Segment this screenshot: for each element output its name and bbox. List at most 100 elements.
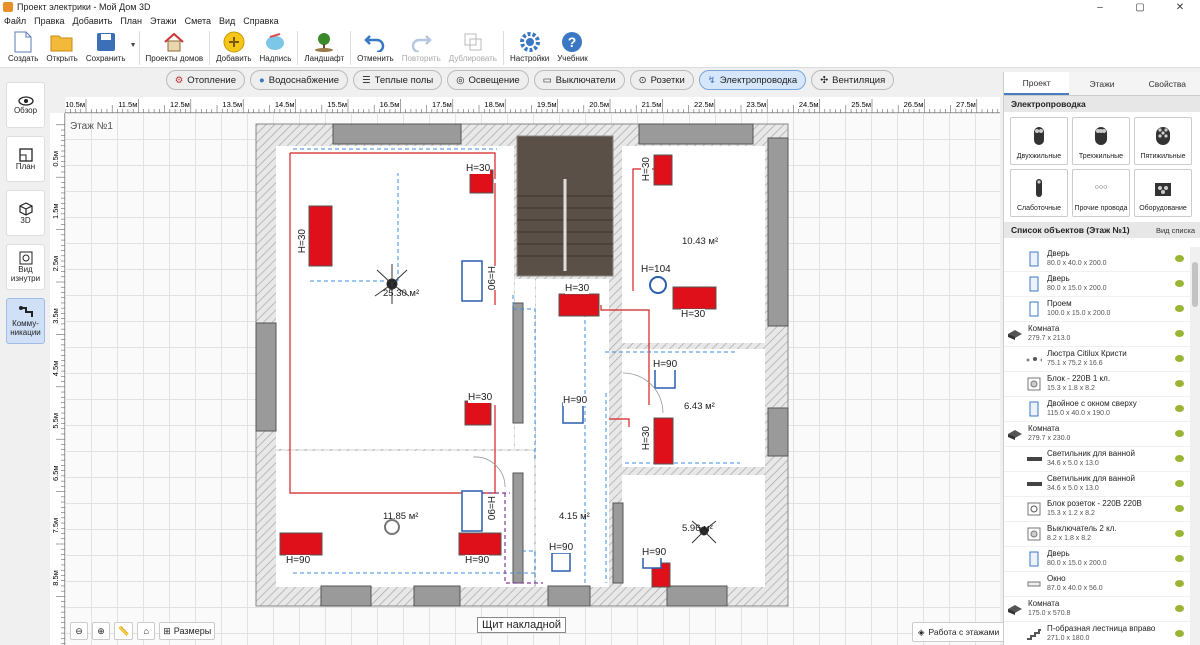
ruler-x-label: 21.5м	[642, 100, 662, 109]
visibility-eye-icon[interactable]	[1175, 630, 1184, 637]
sizes-button[interactable]: ⊞ Размеры	[159, 622, 216, 640]
save-button[interactable]: Сохранить	[82, 28, 130, 63]
visibility-eye-icon[interactable]	[1175, 505, 1184, 512]
object-name: Окно	[1047, 574, 1066, 583]
visibility-eye-icon[interactable]	[1175, 280, 1184, 287]
object-list-item[interactable]: Комната 279.7 x 213.0	[1004, 322, 1190, 347]
open-button[interactable]: Открыть	[42, 28, 81, 63]
measure-button[interactable]: 📏	[114, 622, 134, 640]
equipment-button[interactable]: Оборудование	[1134, 169, 1192, 217]
close-button[interactable]: ✕	[1160, 2, 1200, 13]
tutorial-button[interactable]: ? Учебник	[553, 28, 592, 63]
view-list-button[interactable]: Вид списка	[1156, 226, 1195, 235]
filter-sockets[interactable]: ⊙ Розетки	[629, 70, 694, 90]
landscape-button[interactable]: Ландшафт	[300, 28, 348, 63]
object-list-item[interactable]: П-образная лестница вправо 271.0 x 180.0	[1004, 622, 1190, 645]
add-button[interactable]: Добавить	[212, 28, 255, 63]
visibility-eye-icon[interactable]	[1175, 530, 1184, 537]
visibility-eye-icon[interactable]	[1175, 405, 1184, 412]
object-list-item[interactable]: Дверь 80.0 x 15.0 x 200.0	[1004, 547, 1190, 572]
minimize-button[interactable]: –	[1080, 2, 1120, 13]
plan-button[interactable]: План	[6, 136, 45, 182]
communications-button[interactable]: Комму- никации	[6, 298, 45, 344]
height-label: H=30	[466, 163, 491, 174]
filter-ventilation[interactable]: ✣ Вентиляция	[811, 70, 895, 90]
tab-project[interactable]: Проект	[1004, 72, 1070, 95]
home-button[interactable]: ⌂	[137, 622, 156, 640]
menu-plan[interactable]: План	[116, 16, 146, 26]
object-list-item[interactable]: Дверь 80.0 x 15.0 x 200.0	[1004, 272, 1190, 297]
object-list-item[interactable]: Блок - 220В 1 кл. 15.3 x 1.8 x 8.2	[1004, 372, 1190, 397]
menu-add[interactable]: Добавить	[69, 16, 117, 26]
object-list-item[interactable]: Выключатель 2 кл. 8.2 x 1.8 x 8.2	[1004, 522, 1190, 547]
scrollbar-thumb[interactable]	[1192, 262, 1198, 307]
wire-low-current-button[interactable]: Слаботочные	[1010, 169, 1068, 217]
filter-warm-floors[interactable]: ☰ Теплые полы	[353, 70, 443, 90]
visibility-eye-icon[interactable]	[1175, 580, 1184, 587]
duplicate-button[interactable]: Дублировать	[445, 28, 501, 63]
menu-help[interactable]: Справка	[239, 16, 282, 26]
menu-view[interactable]: Вид	[215, 16, 239, 26]
wire-other-button[interactable]: ○○○ Прочие провода	[1072, 169, 1130, 217]
redo-button[interactable]: Повторить	[398, 28, 445, 63]
visibility-eye-icon[interactable]	[1175, 455, 1184, 462]
menu-file[interactable]: Файл	[0, 16, 30, 26]
object-dims: 100.0 x 15.0 x 200.0	[1047, 310, 1111, 317]
object-list-item[interactable]: Окно 87.0 x 40.0 x 56.0	[1004, 572, 1190, 597]
save-dropdown-icon[interactable]: ▼	[130, 42, 137, 49]
overview-button[interactable]: Обзор	[6, 82, 45, 128]
filter-wiring[interactable]: ↯ Электропроводка	[698, 70, 807, 90]
wire-five-core-button[interactable]: Пятижильные	[1134, 117, 1192, 165]
object-list-item[interactable]: Комната 175.0 x 570.8	[1004, 597, 1190, 622]
zoom-out-icon: ⊖	[75, 625, 83, 636]
menu-edit[interactable]: Правка	[30, 16, 68, 26]
object-list-item[interactable]: Люстра Citilux Кристи 75.1 x 75.2 x 16.6	[1004, 347, 1190, 372]
visibility-eye-icon[interactable]	[1175, 555, 1184, 562]
settings-button[interactable]: Настройки	[506, 28, 553, 63]
maximize-button[interactable]: ▢	[1120, 2, 1160, 13]
object-list-item[interactable]: Проем 100.0 x 15.0 x 200.0	[1004, 297, 1190, 322]
undo-button[interactable]: Отменить	[353, 28, 398, 63]
section-title: Электропроводка	[1004, 96, 1200, 112]
object-list-item[interactable]: Дверь 80.0 x 40.0 x 200.0	[1004, 247, 1190, 272]
wiring-icon: ↯	[707, 74, 716, 86]
label-button[interactable]: Надпись	[256, 28, 296, 63]
filter-switches[interactable]: ▭ Выключатели	[533, 70, 625, 90]
plan-canvas[interactable]: Этаж №1 25.30 м² 10.43 м² 6.43 м² 11.85 …	[65, 113, 1000, 645]
room-icon	[1007, 426, 1023, 442]
create-button[interactable]: Создать	[4, 28, 42, 63]
object-dims: 15.3 x 1.8 x 8.2	[1047, 385, 1095, 392]
visibility-eye-icon[interactable]	[1175, 355, 1184, 362]
visibility-eye-icon[interactable]	[1175, 330, 1184, 337]
object-list-item[interactable]: Комната 279.7 x 230.0	[1004, 422, 1190, 447]
zoom-in-button[interactable]: ⊕	[92, 622, 110, 640]
menu-floors[interactable]: Этажи	[146, 16, 181, 26]
projects-button[interactable]: Проекты домов	[142, 28, 208, 63]
menu-estimate[interactable]: Смета	[181, 16, 215, 26]
wire-three-core-button[interactable]: Трехжильные	[1072, 117, 1130, 165]
tab-properties[interactable]: Свойства	[1135, 72, 1200, 95]
zoom-out-button[interactable]: ⊖	[70, 622, 88, 640]
floors-work-button[interactable]: ◈ Работа с этажами	[912, 622, 1006, 642]
filter-lighting[interactable]: ◎ Освещение	[447, 70, 529, 90]
object-list-item[interactable]: Светильник для ванной 34.6 x 5.0 x 13.0	[1004, 447, 1190, 472]
inside-view-button[interactable]: Вид изнутри	[6, 244, 45, 290]
tab-floors[interactable]: Этажи	[1069, 72, 1134, 95]
filter-heating[interactable]: ⚙ Отопление	[165, 70, 245, 90]
visibility-eye-icon[interactable]	[1175, 305, 1184, 312]
view-3d-button[interactable]: 3D	[6, 190, 45, 236]
visibility-eye-icon[interactable]	[1175, 380, 1184, 387]
filter-water[interactable]: ● Водоснабжение	[249, 70, 349, 90]
visibility-eye-icon[interactable]	[1175, 430, 1184, 437]
object-list-item[interactable]: Двойное с окном сверху 115.0 x 40.0 x 190…	[1004, 397, 1190, 422]
visibility-eye-icon[interactable]	[1175, 480, 1184, 487]
object-list-item[interactable]: Светильник для ванной 34.6 x 5.0 x 13.0	[1004, 472, 1190, 497]
object-list-item[interactable]: Блок розеток - 220В 220В 15.3 x 1.2 x 8.2	[1004, 497, 1190, 522]
visibility-eye-icon[interactable]	[1175, 255, 1184, 262]
visibility-eye-icon[interactable]	[1175, 605, 1184, 612]
folder-icon	[50, 30, 74, 54]
wire-two-core-button[interactable]: Двухжильные	[1010, 117, 1068, 165]
fan-icon: ✣	[820, 74, 829, 86]
equipment-icon	[1152, 170, 1174, 205]
object-list-scrollbar[interactable]	[1190, 247, 1200, 645]
